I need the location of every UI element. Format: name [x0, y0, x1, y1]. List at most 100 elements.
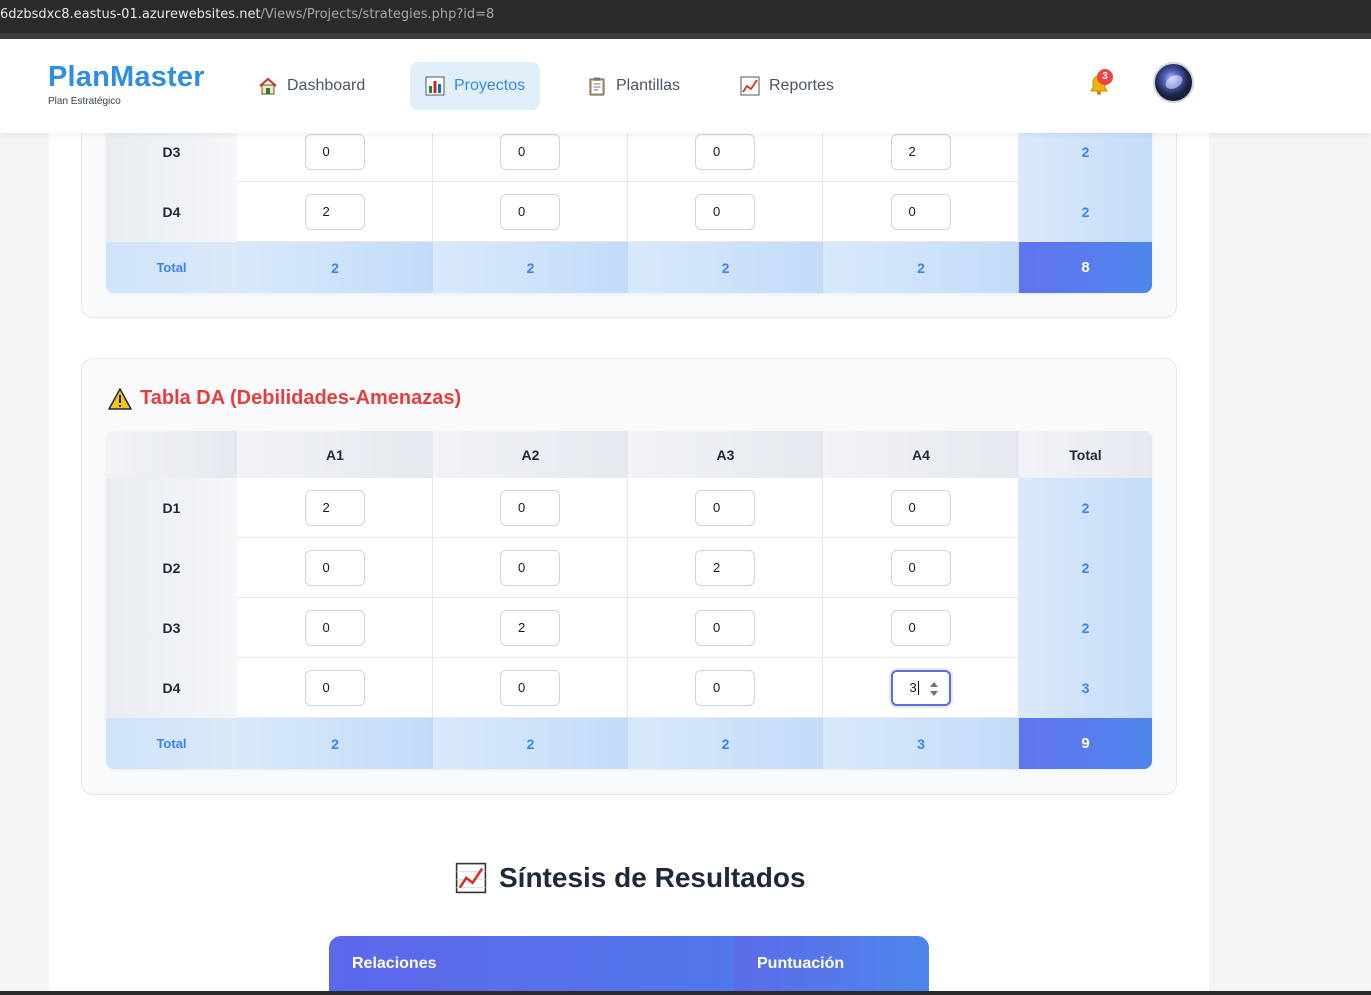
- matrix-cell: 0: [628, 182, 823, 242]
- matrix-cell: 0: [823, 182, 1019, 242]
- spinner-icon[interactable]: [929, 681, 939, 697]
- matrix-cell: 2: [237, 478, 433, 538]
- score-input[interactable]: 0: [890, 549, 951, 586]
- matrix-cell: 0: [628, 478, 823, 538]
- row-label: D3: [106, 598, 237, 658]
- matrix-cell: 0: [628, 658, 823, 718]
- score-input[interactable]: 0: [890, 609, 951, 646]
- total-header: Total: [1019, 431, 1152, 478]
- row-label: D1: [106, 478, 237, 538]
- row-label: D4: [106, 182, 237, 242]
- matrix-cell: 0: [433, 478, 628, 538]
- top-header: PlanMaster Plan Estratégico Dashboard Pr…: [0, 39, 1371, 133]
- matrix-cell: 0: [823, 538, 1019, 598]
- score-input[interactable]: 2: [304, 193, 365, 230]
- nav-dashboard-label: Dashboard: [287, 77, 366, 94]
- column-total: 3: [823, 718, 1019, 769]
- score-input[interactable]: 0: [890, 193, 951, 230]
- clipboard-icon: [589, 77, 605, 96]
- score-input[interactable]: 2: [304, 489, 365, 526]
- nav-reportes[interactable]: Reportes: [725, 62, 849, 110]
- warning-icon: [108, 387, 132, 410]
- score-input-value: 3: [909, 680, 917, 695]
- score-input[interactable]: 0: [304, 133, 365, 170]
- avatar[interactable]: [1153, 62, 1194, 103]
- matrix-cell: 0: [433, 538, 628, 598]
- score-input[interactable]: 0: [695, 489, 755, 526]
- score-input[interactable]: 0: [890, 489, 951, 526]
- score-input[interactable]: 0: [695, 133, 755, 170]
- score-input[interactable]: 0: [500, 669, 560, 706]
- total-row-label: Total: [106, 242, 237, 293]
- matrix-cell: 0: [237, 538, 433, 598]
- score-input[interactable]: 2: [890, 133, 951, 170]
- synthesis-title: Síntesis de Resultados: [455, 862, 806, 894]
- column-total: 2: [433, 718, 628, 769]
- nav-plantillas-label: Plantillas: [616, 77, 681, 94]
- score-input-focused[interactable]: 3: [890, 669, 951, 706]
- column-header: A1: [237, 431, 433, 478]
- nav-proyectos[interactable]: Proyectos: [410, 62, 541, 110]
- nav-plantillas[interactable]: Plantillas: [572, 62, 695, 110]
- row-total: 2: [1019, 598, 1152, 658]
- matrix-cell: 2: [628, 538, 823, 598]
- synthesis-header-relaciones: Relaciones: [352, 955, 437, 972]
- text-caret: [917, 680, 919, 695]
- score-input[interactable]: 0: [500, 193, 560, 230]
- line-chart-icon: [455, 862, 487, 894]
- score-input[interactable]: 0: [500, 549, 560, 586]
- score-input[interactable]: 0: [304, 549, 365, 586]
- da-title-text: Tabla DA (Debilidades-Amenazas): [140, 387, 462, 409]
- column-header: A3: [628, 431, 823, 478]
- nav-dashboard[interactable]: Dashboard: [243, 62, 380, 110]
- brand-subtitle: Plan Estratégico: [48, 96, 121, 107]
- brand[interactable]: PlanMaster Plan Estratégico: [48, 61, 205, 107]
- brand-name[interactable]: PlanMaster: [48, 61, 205, 94]
- score-input[interactable]: 2: [695, 549, 755, 586]
- corner-header: [106, 431, 237, 478]
- matrix-cell: 2: [237, 182, 433, 242]
- url-text[interactable]: 6dzbsdxc8.eastus-01.azurewebsites.net/Vi…: [0, 7, 494, 22]
- matrix-cell: 3: [823, 658, 1019, 718]
- da-matrix-card: Tabla DA (Debilidades-Amenazas) A1 A2 A3…: [81, 358, 1177, 795]
- row-label: D2: [106, 538, 237, 598]
- da-card-title: Tabla DA (Debilidades-Amenazas): [108, 387, 461, 410]
- matrix-cell: 0: [823, 478, 1019, 538]
- total-row-label: Total: [106, 718, 237, 769]
- matrix-cell: 0: [237, 658, 433, 718]
- row-total: 2: [1019, 538, 1152, 598]
- score-input[interactable]: 2: [500, 609, 560, 646]
- column-total: 2: [237, 242, 433, 293]
- matrix-cell: 2: [433, 598, 628, 658]
- notification-badge: 3: [1097, 69, 1113, 85]
- grand-total: 9: [1019, 718, 1152, 769]
- score-input[interactable]: 0: [304, 669, 365, 706]
- score-input[interactable]: 0: [695, 609, 755, 646]
- column-total: 2: [237, 718, 433, 769]
- line-chart-icon: [740, 76, 760, 96]
- score-input[interactable]: 0: [500, 489, 560, 526]
- matrix-cell: 0: [433, 658, 628, 718]
- column-header: A2: [433, 431, 628, 478]
- matrix-cell: 0: [433, 182, 628, 242]
- score-input[interactable]: 0: [500, 133, 560, 170]
- matrix-cell: 0: [628, 598, 823, 658]
- column-header: A4: [823, 431, 1019, 478]
- row-total: 2: [1019, 478, 1152, 538]
- bar-chart-icon: [425, 76, 445, 96]
- score-input[interactable]: 0: [304, 609, 365, 646]
- matrix-cell: 0: [237, 598, 433, 658]
- score-input[interactable]: 0: [695, 193, 755, 230]
- synthesis-title-text: Síntesis de Resultados: [499, 862, 806, 893]
- column-total: 2: [433, 242, 628, 293]
- synthesis-header-puntuacion: Puntuación: [734, 936, 929, 992]
- browser-address-bar[interactable]: 6dzbsdxc8.eastus-01.azurewebsites.net/Vi…: [0, 0, 1371, 33]
- matrix-cell: 0: [823, 598, 1019, 658]
- column-total: 2: [823, 242, 1019, 293]
- row-total: 3: [1019, 658, 1152, 718]
- row-total: 2: [1019, 182, 1152, 242]
- column-total: 2: [628, 718, 823, 769]
- column-total: 2: [628, 242, 823, 293]
- da-matrix-table: A1 A2 A3 A4 Total D1 2 0 0 0 2 D2 0 0 2 …: [106, 431, 1152, 769]
- score-input[interactable]: 0: [695, 669, 755, 706]
